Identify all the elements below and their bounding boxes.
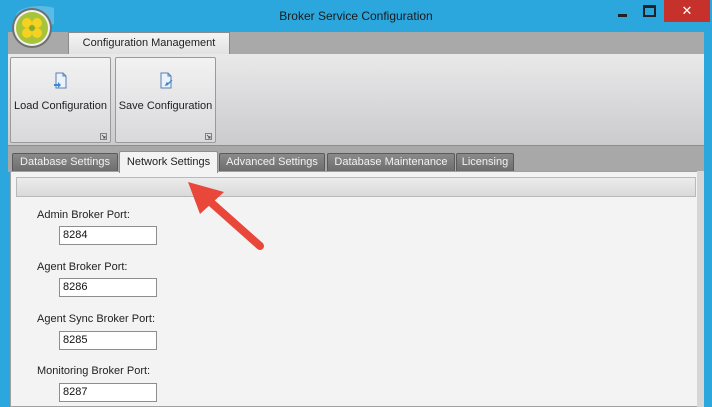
save-configuration-button[interactable]: Save Configuration (115, 57, 216, 143)
monitoring-broker-port-input[interactable]: 8287 (59, 383, 157, 402)
scrollbar-edge[interactable] (697, 171, 704, 407)
ribbon-body: Load Configuration Save Configuration (8, 54, 704, 146)
load-configuration-label: Load Configuration (14, 100, 107, 112)
ribbon-tab-row: Configuration Management (8, 32, 704, 54)
maximize-button[interactable] (636, 0, 662, 22)
network-settings-panel: Admin Broker Port: 8284 Agent Broker Por… (10, 171, 702, 407)
tab-database-maintenance[interactable]: Database Maintenance (327, 153, 455, 172)
dialog-launcher-icon[interactable] (100, 133, 107, 140)
admin-broker-port-label: Admin Broker Port: (37, 209, 130, 221)
save-configuration-label: Save Configuration (118, 100, 213, 112)
maximize-icon (642, 5, 656, 17)
tab-database-settings[interactable]: Database Settings (12, 153, 118, 172)
settings-tab-strip: Database Settings Network Settings Advan… (8, 146, 704, 173)
title-bar: Broker Service Configuration ✕ (0, 0, 712, 32)
ribbon-tab-configuration-management[interactable]: Configuration Management (68, 32, 230, 54)
window-title: Broker Service Configuration (279, 9, 433, 23)
app-logo-icon[interactable] (10, 6, 64, 50)
panel-header-bar (16, 177, 696, 197)
minimize-button[interactable] (609, 0, 635, 22)
dialog-launcher-icon[interactable] (205, 133, 212, 140)
agent-broker-port-label: Agent Broker Port: (37, 261, 128, 273)
agent-sync-broker-port-input[interactable]: 8285 (59, 331, 157, 350)
agent-sync-broker-port-label: Agent Sync Broker Port: (37, 313, 155, 325)
agent-broker-port-input[interactable]: 8286 (59, 278, 157, 297)
monitoring-broker-port-label: Monitoring Broker Port: (37, 365, 151, 377)
tab-network-settings[interactable]: Network Settings (119, 151, 218, 173)
tab-licensing[interactable]: Licensing (456, 153, 514, 172)
admin-broker-port-input[interactable]: 8284 (59, 226, 157, 245)
close-button[interactable]: ✕ (664, 0, 710, 22)
load-configuration-button[interactable]: Load Configuration (10, 57, 111, 143)
load-document-icon (54, 72, 67, 89)
close-icon: ✕ (681, 3, 693, 18)
tab-advanced-settings[interactable]: Advanced Settings (219, 153, 325, 172)
save-document-icon (160, 72, 173, 89)
minimize-icon (617, 13, 627, 17)
